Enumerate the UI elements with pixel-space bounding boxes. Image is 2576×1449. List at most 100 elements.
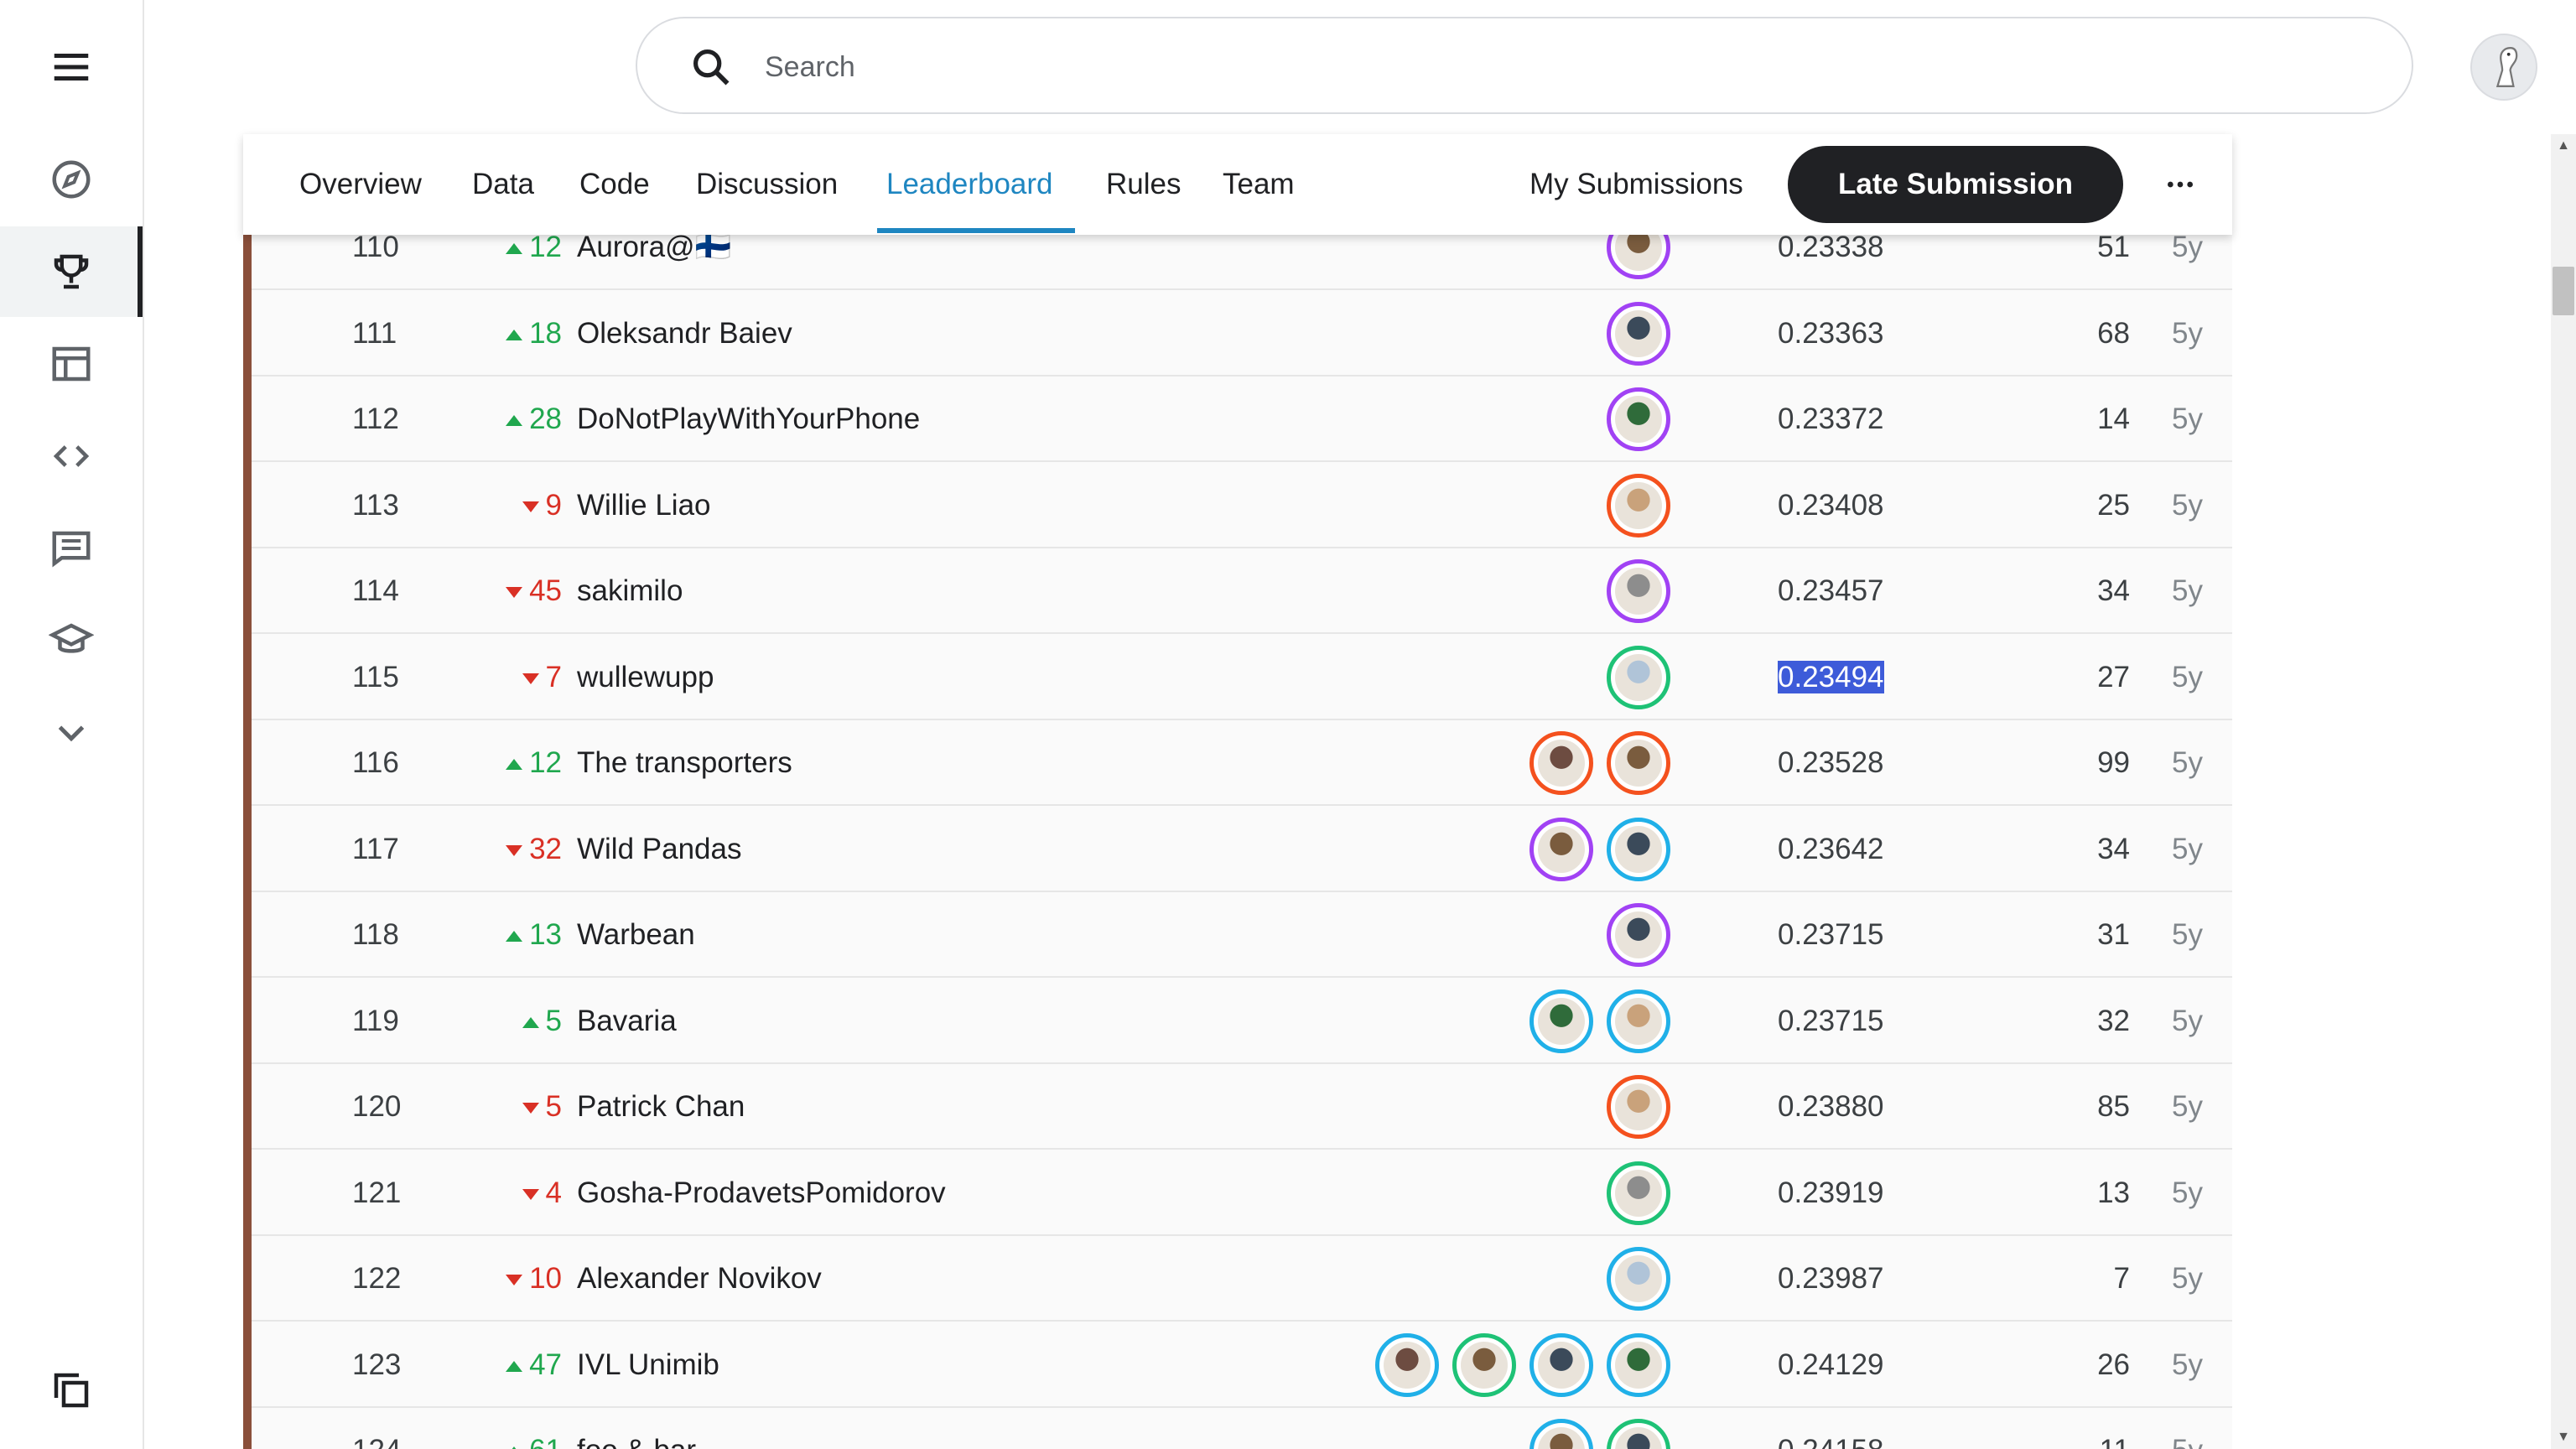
entries-cell: 31 (2097, 918, 2130, 951)
tab-overview[interactable]: Overview (299, 134, 422, 235)
score-cell: 0.23528 (1778, 720, 1912, 806)
table-row[interactable]: 124 61 foo & bar 0.24158 11 5y (252, 1408, 2232, 1449)
tab-data[interactable]: Data (472, 134, 534, 235)
member-avatar[interactable] (1607, 301, 1670, 366)
scroll-down-arrow-icon[interactable]: ▼ (2551, 1426, 2576, 1449)
team-name[interactable]: The transporters (577, 720, 1415, 806)
arrow-up-icon (506, 931, 523, 943)
arrow-up-icon (506, 243, 523, 255)
table-row[interactable]: 120 5 Patrick Chan 0.23880 85 5y (252, 1064, 2232, 1150)
rank-cell: 115 (352, 660, 399, 693)
arrow-up-icon (506, 329, 523, 340)
member-avatar[interactable] (1530, 1419, 1593, 1449)
entries-cell: 25 (2097, 488, 2130, 522)
team-name[interactable]: Alexander Novikov (577, 1236, 1415, 1322)
tab-code[interactable]: Code (579, 134, 650, 235)
arrow-down-icon (522, 673, 539, 684)
member-avatar[interactable] (1607, 1332, 1670, 1397)
table-row[interactable]: 121 4 Gosha-ProdavetsPomidorov 0.23919 13 5y (252, 1150, 2232, 1236)
score-cell: 0.23408 (1778, 463, 1912, 548)
table-row[interactable]: 111 18 Oleksandr Baiev 0.23363 68 5y (252, 291, 2232, 377)
trophy-icon[interactable] (0, 226, 143, 317)
team-name[interactable]: wullewupp (577, 635, 1415, 720)
score-cell: 0.23715 (1778, 892, 1912, 978)
team-name[interactable]: Bavaria (577, 979, 1415, 1064)
table-row[interactable]: 118 13 Warbean 0.23715 31 5y (252, 892, 2232, 978)
chevron-down-icon[interactable] (0, 688, 143, 778)
member-avatar[interactable] (1607, 559, 1670, 623)
team-name[interactable]: Oleksandr Baiev (577, 291, 1415, 377)
my-submissions-link[interactable]: My Submissions (1530, 134, 1743, 235)
rank-cell: 124 (352, 1408, 419, 1449)
tab-rules[interactable]: Rules (1106, 134, 1181, 235)
scrollbar-thumb[interactable] (2553, 267, 2574, 315)
last-submission-cell: 5y (2172, 1176, 2203, 1209)
arrow-up-icon (506, 415, 523, 427)
member-avatar[interactable] (1530, 817, 1593, 881)
table-row[interactable]: 117 32 Wild Pandas 0.23642 34 5y (252, 807, 2232, 892)
table-row[interactable]: 119 5 Bavaria 0.23715 32 5y (252, 979, 2232, 1064)
member-avatar[interactable] (1375, 1332, 1439, 1397)
member-avatar[interactable] (1530, 731, 1593, 795)
last-submission-cell: 5y (2172, 1262, 2203, 1295)
compass-icon[interactable] (0, 134, 143, 225)
member-avatar[interactable] (1452, 1332, 1516, 1397)
more-options-icon[interactable] (2155, 159, 2205, 210)
member-avatar[interactable] (1530, 1332, 1593, 1397)
rank-cell: 118 (352, 918, 399, 951)
table-row[interactable]: 112 28 DoNotPlayWithYourPhone 0.23372 14 5y (252, 377, 2232, 462)
copy-icon[interactable] (0, 1345, 143, 1436)
team-name[interactable]: IVL Unimib (577, 1322, 1415, 1408)
entries-cell: 26 (2097, 1348, 2130, 1381)
table-row[interactable]: 116 12 The transporters 0.23528 99 5y (252, 720, 2232, 806)
member-avatar[interactable] (1607, 989, 1670, 1053)
member-avatar[interactable] (1607, 387, 1670, 451)
school-icon[interactable] (0, 595, 143, 686)
last-submission-cell: 5y (2172, 660, 2203, 693)
score-cell: 0.23363 (1778, 291, 1912, 377)
comments-icon[interactable] (0, 503, 143, 594)
member-avatar[interactable] (1607, 1161, 1670, 1225)
scroll-up-arrow-icon[interactable]: ▲ (2551, 134, 2576, 158)
entries-cell: 13 (2097, 1176, 2130, 1209)
team-name[interactable]: Warbean (577, 892, 1415, 978)
tab-team[interactable]: Team (1223, 134, 1295, 235)
search-input[interactable] (763, 39, 2360, 96)
last-submission-cell: 5y (2172, 574, 2203, 607)
table-row[interactable]: 123 47 IVL Unimib 0.24129 26 5y (252, 1322, 2232, 1408)
code-icon[interactable] (0, 411, 143, 501)
last-submission-cell: 5y (2172, 1408, 2232, 1449)
member-avatar[interactable] (1607, 473, 1670, 538)
member-avatar[interactable] (1607, 1419, 1670, 1449)
profile-avatar[interactable] (2470, 34, 2537, 101)
score-cell: 0.23642 (1778, 807, 1912, 892)
member-avatar[interactable] (1607, 731, 1670, 795)
member-avatar[interactable] (1607, 1075, 1670, 1139)
page-scrollbar[interactable] (2551, 134, 2576, 1449)
table-row[interactable]: 122 10 Alexander Novikov 0.23987 7 5y (252, 1236, 2232, 1322)
team-name[interactable]: foo & bar (577, 1408, 1415, 1449)
tab-discussion[interactable]: Discussion (696, 134, 838, 235)
member-avatar[interactable] (1607, 1247, 1670, 1311)
team-name[interactable]: Gosha-ProdavetsPomidorov (577, 1150, 1415, 1236)
score-cell: 0.23880 (1778, 1064, 1912, 1150)
team-name[interactable]: Wild Pandas (577, 807, 1415, 892)
score-cell: 0.23457 (1778, 548, 1912, 634)
late-submission-button[interactable]: Late Submission (1788, 146, 2123, 223)
score-cell: 0.24129 (1778, 1322, 1912, 1408)
table-icon[interactable] (0, 319, 143, 409)
team-name[interactable]: DoNotPlayWithYourPhone (577, 377, 1415, 462)
score-cell: 0.23919 (1778, 1150, 1912, 1236)
team-name[interactable]: Willie Liao (577, 463, 1415, 548)
table-row[interactable]: 115 7 wullewupp 0.23494 27 5y (252, 635, 2232, 720)
member-avatar[interactable] (1607, 903, 1670, 967)
member-avatar[interactable] (1530, 989, 1593, 1053)
member-avatar[interactable] (1607, 817, 1670, 881)
member-avatar[interactable] (1607, 645, 1670, 709)
menu-icon[interactable] (0, 22, 143, 112)
team-name[interactable]: sakimilo (577, 548, 1415, 634)
table-row[interactable]: 113 9 Willie Liao 0.23408 25 5y (252, 463, 2232, 548)
tab-leaderboard[interactable]: Leaderboard (886, 134, 1053, 235)
team-name[interactable]: Patrick Chan (577, 1064, 1415, 1150)
table-row[interactable]: 114 45 sakimilo 0.23457 34 5y (252, 548, 2232, 634)
